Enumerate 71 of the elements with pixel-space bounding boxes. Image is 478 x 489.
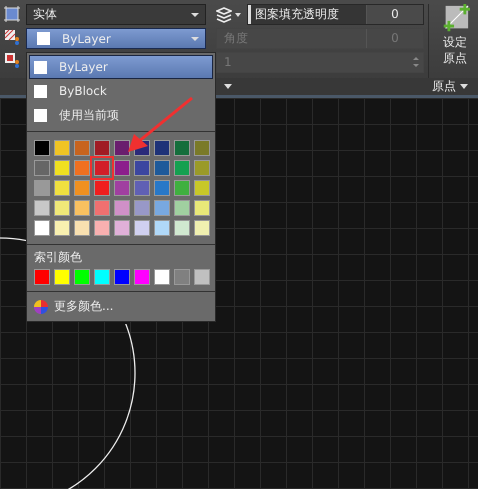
color-swatch[interactable] <box>114 180 130 196</box>
hatch-color-dropdown[interactable]: ByLayer <box>26 28 206 49</box>
panel-expand-icon[interactable] <box>224 84 232 89</box>
color-wheel-icon <box>34 300 48 314</box>
color-swatch[interactable] <box>154 160 170 176</box>
color-swatch[interactable] <box>74 269 90 285</box>
color-swatch[interactable] <box>114 140 130 156</box>
color-swatch[interactable] <box>94 180 110 196</box>
color-swatch[interactable] <box>94 200 110 216</box>
menu-item[interactable]: 使用当前项 <box>29 103 213 127</box>
color-swatch[interactable] <box>34 180 50 196</box>
caret-icon[interactable] <box>235 12 241 16</box>
color-swatch[interactable] <box>34 200 50 216</box>
color-swatch[interactable] <box>194 180 210 196</box>
color-swatch[interactable] <box>74 200 90 216</box>
color-swatch[interactable] <box>34 140 50 156</box>
color-swatch[interactable] <box>54 180 70 196</box>
section-label: 索引颜色 <box>33 249 83 266</box>
set-origin-button[interactable]: 设定原点 <box>432 4 478 66</box>
color-swatch[interactable] <box>54 269 70 285</box>
color-swatch[interactable] <box>134 200 150 216</box>
layers-icon[interactable] <box>216 6 232 22</box>
color-swatch[interactable] <box>154 269 170 285</box>
color-swatch[interactable] <box>174 140 190 156</box>
more-colors-item[interactable]: 更多颜色... <box>29 296 213 319</box>
color-swatch[interactable] <box>34 220 50 236</box>
color-swatch[interactable] <box>114 200 130 216</box>
color-swatch[interactable] <box>174 160 190 176</box>
color-swatch[interactable] <box>74 220 90 236</box>
pattern-type-dropdown[interactable]: 实体 <box>26 4 206 25</box>
origin-panel-title[interactable]: 原点 <box>428 78 472 95</box>
color-swatch[interactable] <box>194 200 210 216</box>
color-swatch[interactable] <box>54 200 70 216</box>
arc-drawing <box>0 236 26 244</box>
color-swatch[interactable] <box>114 160 130 176</box>
color-swatch[interactable] <box>74 180 90 196</box>
color-swatch[interactable] <box>74 160 90 176</box>
caret-icon <box>460 84 468 89</box>
color-swatch[interactable] <box>54 160 70 176</box>
color-swatch[interactable] <box>94 140 110 156</box>
color-swatch[interactable] <box>134 160 150 176</box>
color-swatch[interactable] <box>154 220 170 236</box>
color-swatch[interactable] <box>54 140 70 156</box>
color-swatch[interactable] <box>174 180 190 196</box>
transparency-field[interactable]: 图案填充透明度 0 <box>247 4 424 25</box>
color-swatch[interactable] <box>34 160 50 176</box>
color-swatch[interactable] <box>194 140 210 156</box>
color-swatch[interactable] <box>94 220 110 236</box>
color-swatch[interactable] <box>174 200 190 216</box>
color-swatch[interactable] <box>154 180 170 196</box>
color-swatch[interactable] <box>154 140 170 156</box>
color-swatch[interactable] <box>74 140 90 156</box>
color-swatch[interactable] <box>194 160 210 176</box>
color-swatch[interactable] <box>134 269 150 285</box>
color-swatch[interactable] <box>154 200 170 216</box>
hatch-pattern-icon[interactable] <box>4 6 20 22</box>
color-swatch[interactable] <box>174 269 190 285</box>
color-swatch[interactable] <box>134 220 150 236</box>
hatch-color-icon[interactable] <box>4 29 20 45</box>
menu-item[interactable]: ByLayer <box>29 55 213 79</box>
background-color-icon[interactable] <box>4 52 20 68</box>
color-swatch[interactable] <box>54 220 70 236</box>
color-swatch[interactable] <box>94 269 110 285</box>
color-swatch[interactable] <box>134 180 150 196</box>
menu-item[interactable]: ByBlock <box>29 79 213 103</box>
color-swatch[interactable] <box>114 269 130 285</box>
color-swatch[interactable] <box>194 269 210 285</box>
color-swatch[interactable] <box>34 269 50 285</box>
color-swatch[interactable] <box>194 220 210 236</box>
color-swatch[interactable] <box>174 220 190 236</box>
color-swatch[interactable] <box>114 220 130 236</box>
